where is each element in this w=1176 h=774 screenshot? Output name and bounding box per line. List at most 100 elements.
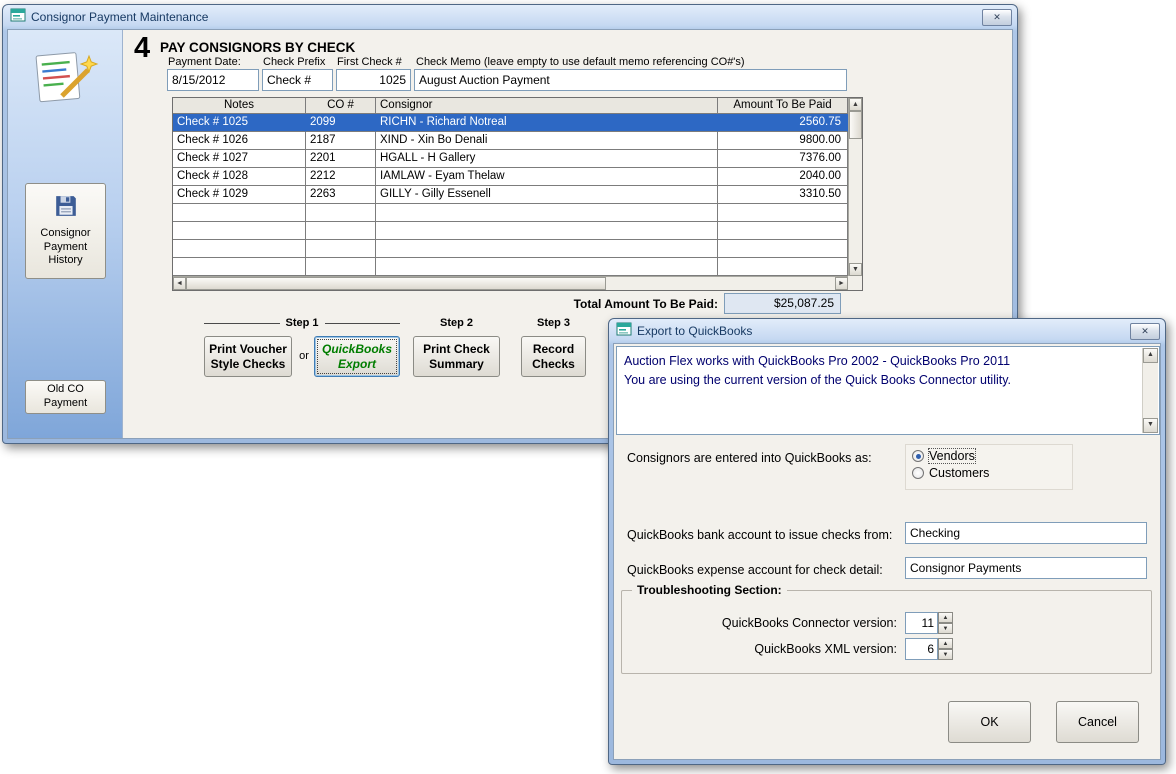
table-hscrollbar[interactable]: ◄ ► <box>173 276 848 290</box>
cell-consignor <box>376 204 718 222</box>
scroll-left-icon[interactable]: ◄ <box>173 277 186 290</box>
column-header-co[interactable]: CO # <box>306 98 376 114</box>
check-memo-label: Check Memo (leave empty to use default m… <box>416 56 745 68</box>
cell-notes: Check # 1025 <box>173 114 306 132</box>
scroll-down-icon[interactable]: ▼ <box>849 263 862 276</box>
column-header-notes[interactable]: Notes <box>173 98 306 114</box>
quickbooks-info-box: Auction Flex works with QuickBooks Pro 2… <box>616 346 1160 435</box>
wizard-image <box>30 48 100 108</box>
step3-header: Step 3 <box>521 317 586 329</box>
step2-header: Step 2 <box>413 317 500 329</box>
radio-customers[interactable]: Customers <box>912 466 1066 480</box>
table-row[interactable]: Check # 10282212IAMLAW - Eyam Thelaw2040… <box>173 168 848 186</box>
main-titlebar[interactable]: Consignor Payment Maintenance ✕ <box>3 5 1017 29</box>
cell-amount: 3310.50 <box>718 186 848 204</box>
table-row[interactable]: Check # 10262187XIND - Xin Bo Denali9800… <box>173 132 848 150</box>
check-memo-input[interactable] <box>414 69 847 91</box>
dialog-title: Export to QuickBooks <box>637 324 1125 338</box>
cell-consignor <box>376 258 718 276</box>
table-row[interactable] <box>173 258 848 276</box>
hscroll-thumb[interactable] <box>186 277 606 290</box>
xml-version-label: QuickBooks XML version: <box>652 642 897 656</box>
old-co-button-label: Old CO Payment <box>30 383 101 411</box>
table-row[interactable] <box>173 222 848 240</box>
connector-version-input[interactable] <box>905 612 938 634</box>
table-header: Notes CO # Consignor Amount To Be Paid <box>173 98 848 114</box>
step1-line-left <box>204 323 280 324</box>
connector-spin-up-icon[interactable]: ▲ <box>938 612 953 623</box>
info-scroll-down-icon[interactable]: ▼ <box>1143 418 1158 433</box>
customers-radio-label[interactable]: Customers <box>929 466 989 480</box>
page-title: PAY CONSIGNORS BY CHECK <box>160 40 355 55</box>
connector-version-label: QuickBooks Connector version: <box>652 616 897 630</box>
vscroll-track[interactable] <box>849 111 862 263</box>
vscroll-thumb[interactable] <box>849 111 862 139</box>
connector-spin-down-icon[interactable]: ▼ <box>938 623 953 634</box>
close-icon[interactable]: ✕ <box>982 9 1012 26</box>
step2-label: Step 2 <box>440 317 473 329</box>
hscroll-track[interactable] <box>186 277 835 290</box>
dialog-titlebar[interactable]: Export to QuickBooks ✕ <box>609 319 1165 343</box>
xml-spin-down-icon[interactable]: ▼ <box>938 649 953 660</box>
consignor-type-radio-group: Vendors Customers <box>905 444 1073 490</box>
bank-account-input[interactable] <box>905 522 1147 544</box>
cell-co-number <box>306 204 376 222</box>
check-prefix-input[interactable] <box>262 69 333 91</box>
xml-spin-up-icon[interactable]: ▲ <box>938 638 953 649</box>
column-header-amount[interactable]: Amount To Be Paid <box>718 98 848 114</box>
or-text: or <box>296 350 312 362</box>
old-co-payment-button[interactable]: Old CO Payment <box>25 380 106 414</box>
print-check-summary-button[interactable]: Print Check Summary <box>413 336 500 377</box>
table-main: Notes CO # Consignor Amount To Be Paid C… <box>173 98 848 276</box>
sidebar: Consignor Payment History Old CO Payment <box>8 30 123 438</box>
desktop: Consignor Payment Maintenance ✕ <box>0 0 1176 774</box>
cell-co-number: 2099 <box>306 114 376 132</box>
bank-account-label: QuickBooks bank account to issue checks … <box>627 528 892 542</box>
cell-co-number: 2187 <box>306 132 376 150</box>
cell-consignor: IAMLAW - Eyam Thelaw <box>376 168 718 186</box>
table-row[interactable]: Check # 10252099RICHN - Richard Notreal2… <box>173 114 848 132</box>
table-row[interactable] <box>173 240 848 258</box>
table-row[interactable] <box>173 204 848 222</box>
quickbooks-export-button[interactable]: QuickBooks Export <box>314 336 400 377</box>
expense-account-label: QuickBooks expense account for check det… <box>627 563 883 577</box>
table-vscrollbar[interactable]: ▲ ▼ <box>848 98 862 276</box>
consignor-payment-history-button[interactable]: Consignor Payment History <box>25 183 106 279</box>
cancel-button[interactable]: Cancel <box>1056 701 1139 743</box>
radio-vendors[interactable]: Vendors <box>912 449 1066 463</box>
connector-version-spinner[interactable]: ▲ ▼ <box>905 612 953 634</box>
first-check-input[interactable] <box>336 69 411 91</box>
scroll-up-icon[interactable]: ▲ <box>849 98 862 111</box>
dialog-close-icon[interactable]: ✕ <box>1130 323 1160 340</box>
step1-line-right <box>325 323 401 324</box>
info-scroll-up-icon[interactable]: ▲ <box>1143 348 1158 363</box>
print-voucher-checks-button[interactable]: Print Voucher Style Checks <box>204 336 292 377</box>
cell-consignor: HGALL - H Gallery <box>376 150 718 168</box>
ok-button[interactable]: OK <box>948 701 1031 743</box>
cell-co-number <box>306 240 376 258</box>
vendors-radio-label[interactable]: Vendors <box>929 449 975 463</box>
cell-co-number: 2201 <box>306 150 376 168</box>
scroll-right-icon[interactable]: ► <box>835 277 848 290</box>
floppy-disk-icon <box>54 194 78 223</box>
customers-radio-icon[interactable] <box>912 467 924 479</box>
xml-version-spinner[interactable]: ▲ ▼ <box>905 638 953 660</box>
check-prefix-label: Check Prefix <box>263 56 325 68</box>
cell-notes: Check # 1028 <box>173 168 306 186</box>
vendors-radio-icon[interactable] <box>912 450 924 462</box>
cell-amount: 9800.00 <box>718 132 848 150</box>
table-row[interactable]: Check # 10272201HGALL - H Gallery7376.00 <box>173 150 848 168</box>
cell-consignor <box>376 240 718 258</box>
table-row[interactable]: Check # 10292263GILLY - Gilly Essenell33… <box>173 186 848 204</box>
xml-version-input[interactable] <box>905 638 938 660</box>
expense-account-input[interactable] <box>905 557 1147 579</box>
cell-consignor: XIND - Xin Bo Denali <box>376 132 718 150</box>
info-vscrollbar[interactable]: ▲ ▼ <box>1142 348 1158 433</box>
column-header-consignor[interactable]: Consignor <box>376 98 718 114</box>
total-label: Total Amount To Be Paid: <box>488 297 718 311</box>
record-checks-button[interactable]: Record Checks <box>521 336 586 377</box>
info-line-1: Auction Flex works with QuickBooks Pro 2… <box>624 352 1135 371</box>
info-line-2: You are using the current version of the… <box>624 371 1135 390</box>
payment-date-input[interactable] <box>167 69 259 91</box>
cell-co-number: 2212 <box>306 168 376 186</box>
